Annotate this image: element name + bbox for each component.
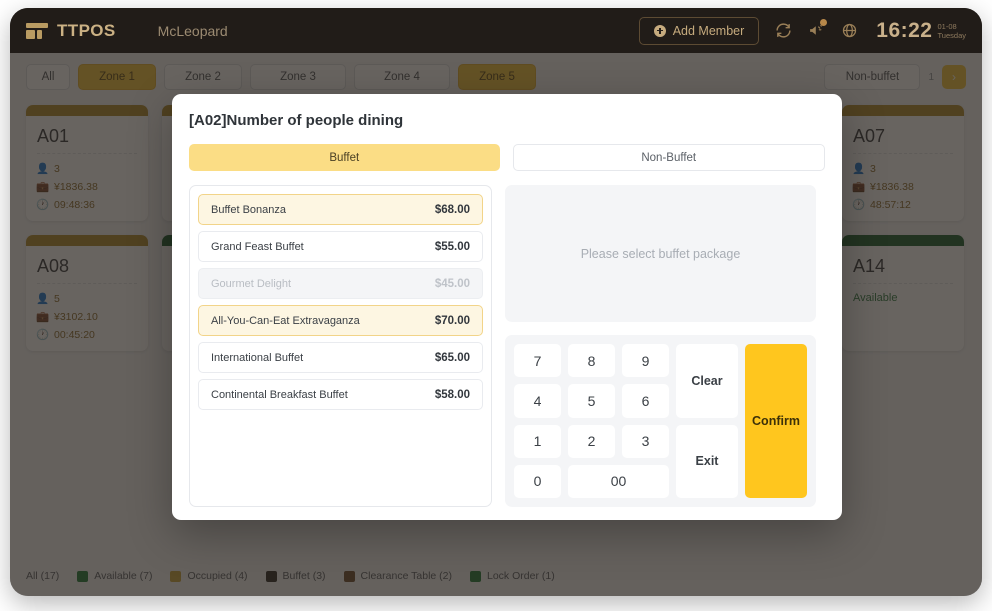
tab-non-buffet[interactable]: Non-Buffet [512, 144, 825, 171]
language-icon[interactable] [841, 22, 858, 39]
package-item[interactable]: Continental Breakfast Buffet $58.00 [198, 379, 483, 410]
key-0[interactable]: 0 [514, 464, 561, 498]
brand-name: TTPOS [57, 20, 116, 40]
key-8[interactable]: 8 [568, 344, 615, 378]
package-item[interactable]: Grand Feast Buffet $55.00 [198, 231, 483, 262]
package-item[interactable]: All-You-Can-Eat Extravaganza $70.00 [198, 305, 483, 336]
package-price: $65.00 [434, 351, 470, 364]
key-5[interactable]: 5 [568, 384, 615, 418]
key-7[interactable]: 7 [514, 344, 561, 378]
plus-icon [653, 24, 666, 37]
package-name: Gourmet Delight [211, 277, 292, 290]
package-item[interactable]: International Buffet $65.00 [198, 342, 483, 373]
clock-date: 01-08 Tuesday [938, 20, 967, 41]
app-root: TTPOS McLeopard Add Member 16:22 01-08 T… [0, 0, 992, 611]
keypad-side-keys: Clear Exit [676, 344, 738, 498]
announcement-icon[interactable] [808, 19, 828, 39]
store-name: McLeopard [157, 22, 228, 39]
keypad-digits: 7 8 9 4 5 6 1 2 3 0 00 [514, 344, 669, 498]
package-price: $45.00 [434, 277, 470, 290]
modal-right-column: Please select buffet package 7 8 9 4 5 6… [505, 185, 816, 507]
add-member-label: Add Member [672, 23, 745, 38]
key-1[interactable]: 1 [514, 424, 561, 458]
dining-people-modal: [A02]Number of people dining Buffet Non-… [172, 94, 842, 520]
tab-buffet[interactable]: Buffet [189, 144, 500, 171]
key-double-zero[interactable]: 00 [568, 464, 669, 498]
top-bar: TTPOS McLeopard Add Member 16:22 01-08 T… [10, 8, 982, 53]
package-name: Buffet Bonanza [211, 203, 287, 216]
package-price: $55.00 [434, 240, 470, 253]
key-4[interactable]: 4 [514, 384, 561, 418]
package-name: International Buffet [211, 351, 304, 364]
package-price: $58.00 [434, 388, 470, 401]
clock: 16:22 01-08 Tuesday [876, 20, 966, 41]
package-name: All-You-Can-Eat Extravaganza [211, 314, 360, 327]
clock-time: 16:22 [876, 19, 933, 42]
ttpos-logo-icon [26, 22, 48, 39]
package-item[interactable]: Buffet Bonanza $68.00 [198, 194, 483, 225]
modal-title: [A02]Number of people dining [189, 112, 404, 129]
package-name: Grand Feast Buffet [211, 240, 304, 253]
pos-device-frame: TTPOS McLeopard Add Member 16:22 01-08 T… [10, 8, 982, 596]
package-name: Continental Breakfast Buffet [211, 388, 348, 401]
add-member-button[interactable]: Add Member [638, 16, 760, 45]
clock-day-value: Tuesday [937, 31, 967, 41]
key-9[interactable]: 9 [622, 344, 669, 378]
package-price: $68.00 [434, 203, 470, 216]
package-item: Gourmet Delight $45.00 [198, 268, 483, 299]
refresh-icon[interactable] [775, 22, 792, 39]
numeric-keypad: 7 8 9 4 5 6 1 2 3 0 00 Clear Exit Confir… [505, 335, 816, 507]
package-price: $70.00 [434, 314, 470, 327]
key-6[interactable]: 6 [622, 384, 669, 418]
buffet-package-list: Buffet Bonanza $68.00 Grand Feast Buffet… [189, 185, 492, 507]
modal-tabs: Buffet Non-Buffet [189, 144, 825, 171]
top-bar-actions: Add Member 16:22 01-08 Tuesday [638, 16, 966, 45]
package-placeholder: Please select buffet package [505, 185, 816, 322]
confirm-button[interactable]: Confirm [745, 344, 807, 498]
clear-button[interactable]: Clear [676, 344, 738, 418]
exit-button[interactable]: Exit [676, 424, 738, 498]
key-3[interactable]: 3 [622, 424, 669, 458]
key-2[interactable]: 2 [568, 424, 615, 458]
modal-content: Buffet Bonanza $68.00 Grand Feast Buffet… [189, 185, 825, 507]
notification-badge [820, 19, 828, 26]
clock-date-value: 01-08 [937, 22, 957, 31]
brand-logo: TTPOS [26, 21, 116, 41]
